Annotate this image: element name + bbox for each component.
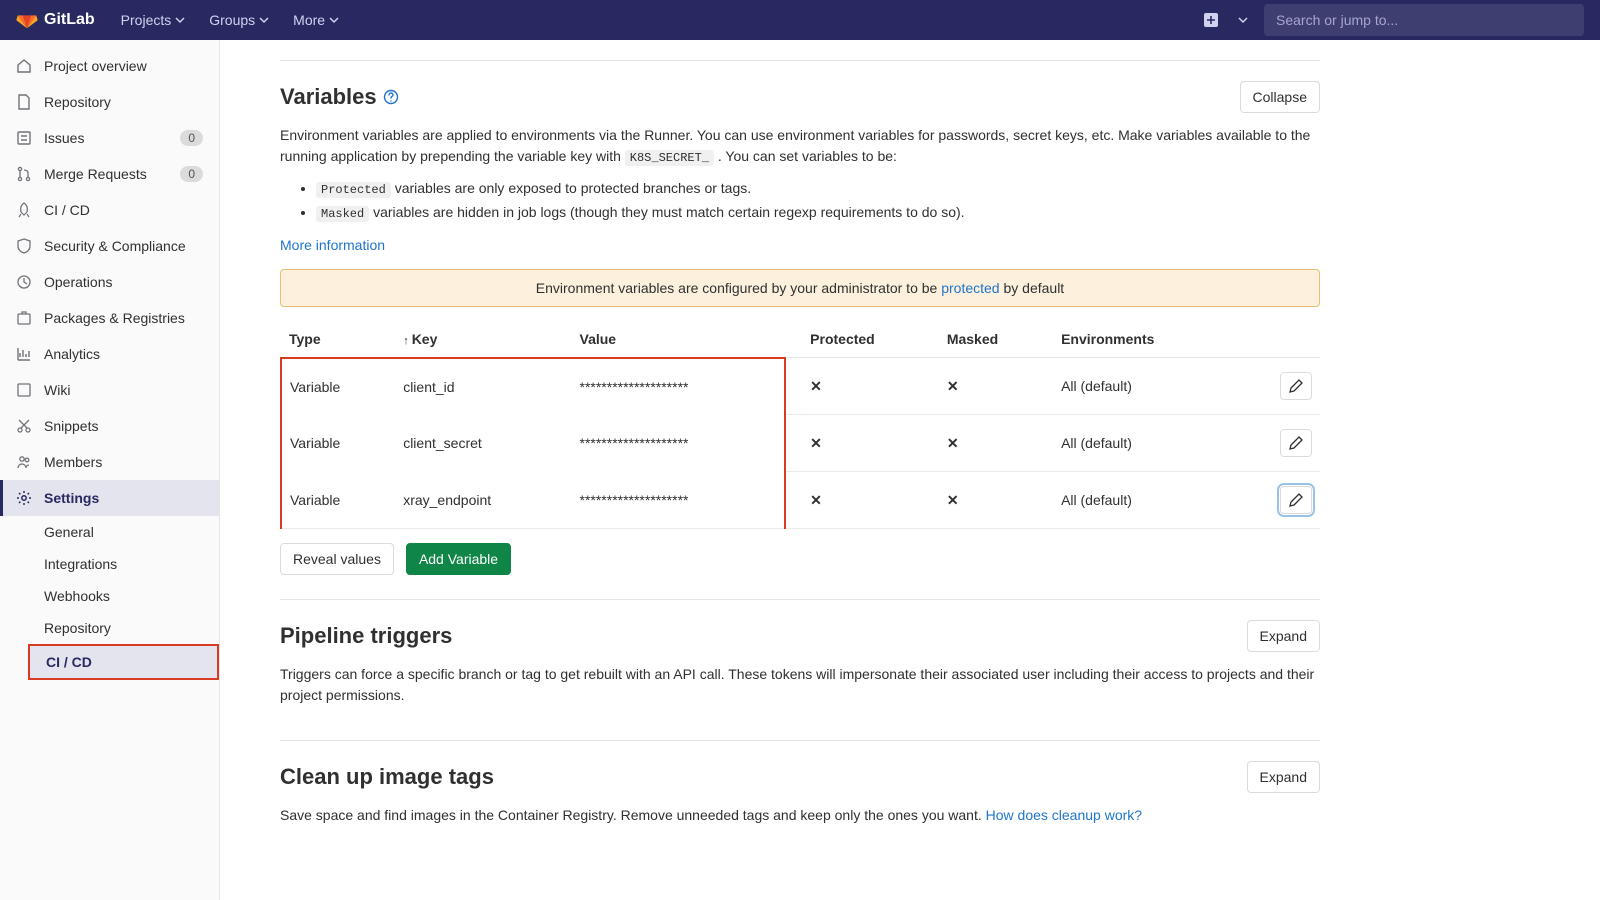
subnav-webhooks[interactable]: Webhooks: [28, 580, 219, 612]
sidebar-item-operations[interactable]: Operations: [0, 264, 219, 300]
variables-bullets: Protected variables are only exposed to …: [280, 177, 1320, 225]
expand-button[interactable]: Expand: [1247, 761, 1320, 793]
x-icon: ✕: [947, 435, 959, 451]
variable-row: Variable client_id ******************** …: [281, 358, 1320, 415]
settings-submenu: General Integrations Webhooks Repository…: [0, 516, 219, 680]
search-input[interactable]: [1264, 4, 1584, 36]
sidebar-item-snippets[interactable]: Snippets: [0, 408, 219, 444]
triggers-title: Pipeline triggers: [280, 623, 452, 649]
sidebar-item-settings[interactable]: Settings: [0, 480, 219, 516]
col-type[interactable]: Type: [281, 321, 395, 358]
pencil-icon: [1289, 436, 1303, 450]
nav-more[interactable]: More: [283, 6, 349, 34]
logo[interactable]: GitLab: [16, 9, 95, 31]
col-protected[interactable]: Protected: [802, 321, 939, 358]
variables-table: Type ↑Key Value Protected Masked Environ…: [280, 321, 1320, 530]
scissors-icon: [16, 418, 32, 434]
operations-icon: [16, 274, 32, 290]
col-value[interactable]: Value: [572, 321, 786, 358]
top-nav: Projects Groups More: [111, 6, 349, 34]
triggers-desc: Triggers can force a specific branch or …: [280, 664, 1320, 706]
subnav-integrations[interactable]: Integrations: [28, 548, 219, 580]
sidebar-item-merge-requests[interactable]: Merge Requests0: [0, 156, 219, 192]
topbar: GitLab Projects Groups More: [0, 0, 1600, 40]
merge-icon: [16, 166, 32, 182]
shield-icon: [16, 238, 32, 254]
x-icon: ✕: [947, 378, 959, 394]
members-icon: [16, 454, 32, 470]
nav-groups[interactable]: Groups: [199, 6, 279, 34]
topbar-right: [1200, 4, 1584, 36]
variables-section: Variables Collapse Environment variables…: [280, 60, 1320, 599]
sidebar-item-cicd[interactable]: CI / CD: [0, 192, 219, 228]
sidebar-item-packages[interactable]: Packages & Registries: [0, 300, 219, 336]
reveal-values-button[interactable]: Reveal values: [280, 543, 394, 575]
add-variable-button[interactable]: Add Variable: [406, 543, 511, 575]
main-content: Variables Collapse Environment variables…: [220, 40, 1380, 900]
more-info-link[interactable]: More information: [280, 237, 385, 253]
variables-desc: Environment variables are applied to env…: [280, 125, 1320, 167]
package-icon: [16, 310, 32, 326]
issues-count-badge: 0: [180, 130, 203, 146]
subnav-cicd[interactable]: CI / CD: [28, 644, 219, 680]
book-icon: [16, 382, 32, 398]
home-icon: [16, 58, 32, 74]
edit-button[interactable]: [1280, 372, 1312, 400]
gear-icon: [16, 490, 32, 506]
edit-button[interactable]: [1280, 486, 1312, 514]
col-environments[interactable]: Environments: [1053, 321, 1238, 358]
pipeline-triggers-section: Pipeline triggers Expand Triggers can fo…: [280, 599, 1320, 740]
sidebar: Project overview Repository Issues0 Merg…: [0, 40, 220, 900]
x-icon: ✕: [810, 435, 822, 451]
chart-icon: [16, 346, 32, 362]
chevron-down-icon[interactable]: [1234, 11, 1252, 29]
issues-icon: [16, 130, 32, 146]
chevron-down-icon: [329, 15, 339, 25]
sidebar-item-overview[interactable]: Project overview: [0, 48, 219, 84]
subnav-general[interactable]: General: [28, 516, 219, 548]
expand-button[interactable]: Expand: [1247, 620, 1320, 652]
pencil-icon: [1289, 493, 1303, 507]
col-masked[interactable]: Masked: [939, 321, 1053, 358]
variable-row: Variable xray_endpoint *****************…: [281, 472, 1320, 529]
file-icon: [16, 94, 32, 110]
variable-row: Variable client_secret *****************…: [281, 415, 1320, 472]
nav-projects[interactable]: Projects: [111, 6, 196, 34]
help-icon[interactable]: [383, 89, 399, 105]
x-icon: ✕: [947, 492, 959, 508]
collapse-button[interactable]: Collapse: [1240, 81, 1320, 113]
sidebar-item-wiki[interactable]: Wiki: [0, 372, 219, 408]
x-icon: ✕: [810, 492, 822, 508]
protected-link[interactable]: protected: [941, 280, 999, 296]
mr-count-badge: 0: [180, 166, 203, 182]
subnav-repository[interactable]: Repository: [28, 612, 219, 644]
cleanup-title: Clean up image tags: [280, 764, 494, 790]
cleanup-section: Clean up image tags Expand Save space an…: [280, 740, 1320, 860]
gitlab-logo-icon: [16, 9, 38, 31]
pencil-icon: [1289, 379, 1303, 393]
sidebar-item-repository[interactable]: Repository: [0, 84, 219, 120]
cleanup-help-link[interactable]: How does cleanup work?: [986, 807, 1142, 823]
chevron-down-icon: [259, 15, 269, 25]
variables-title: Variables: [280, 84, 399, 110]
sidebar-item-analytics[interactable]: Analytics: [0, 336, 219, 372]
chevron-down-icon: [175, 15, 185, 25]
plus-icon[interactable]: [1200, 9, 1222, 31]
rocket-icon: [16, 202, 32, 218]
sidebar-item-security[interactable]: Security & Compliance: [0, 228, 219, 264]
sidebar-item-issues[interactable]: Issues0: [0, 120, 219, 156]
x-icon: ✕: [810, 378, 822, 394]
edit-button[interactable]: [1280, 429, 1312, 457]
cleanup-desc: Save space and find images in the Contai…: [280, 805, 1320, 826]
sort-asc-icon: ↑: [403, 335, 409, 347]
brand-text: GitLab: [44, 11, 95, 29]
col-key[interactable]: ↑Key: [395, 321, 571, 358]
admin-alert: Environment variables are configured by …: [280, 269, 1320, 307]
sidebar-item-members[interactable]: Members: [0, 444, 219, 480]
